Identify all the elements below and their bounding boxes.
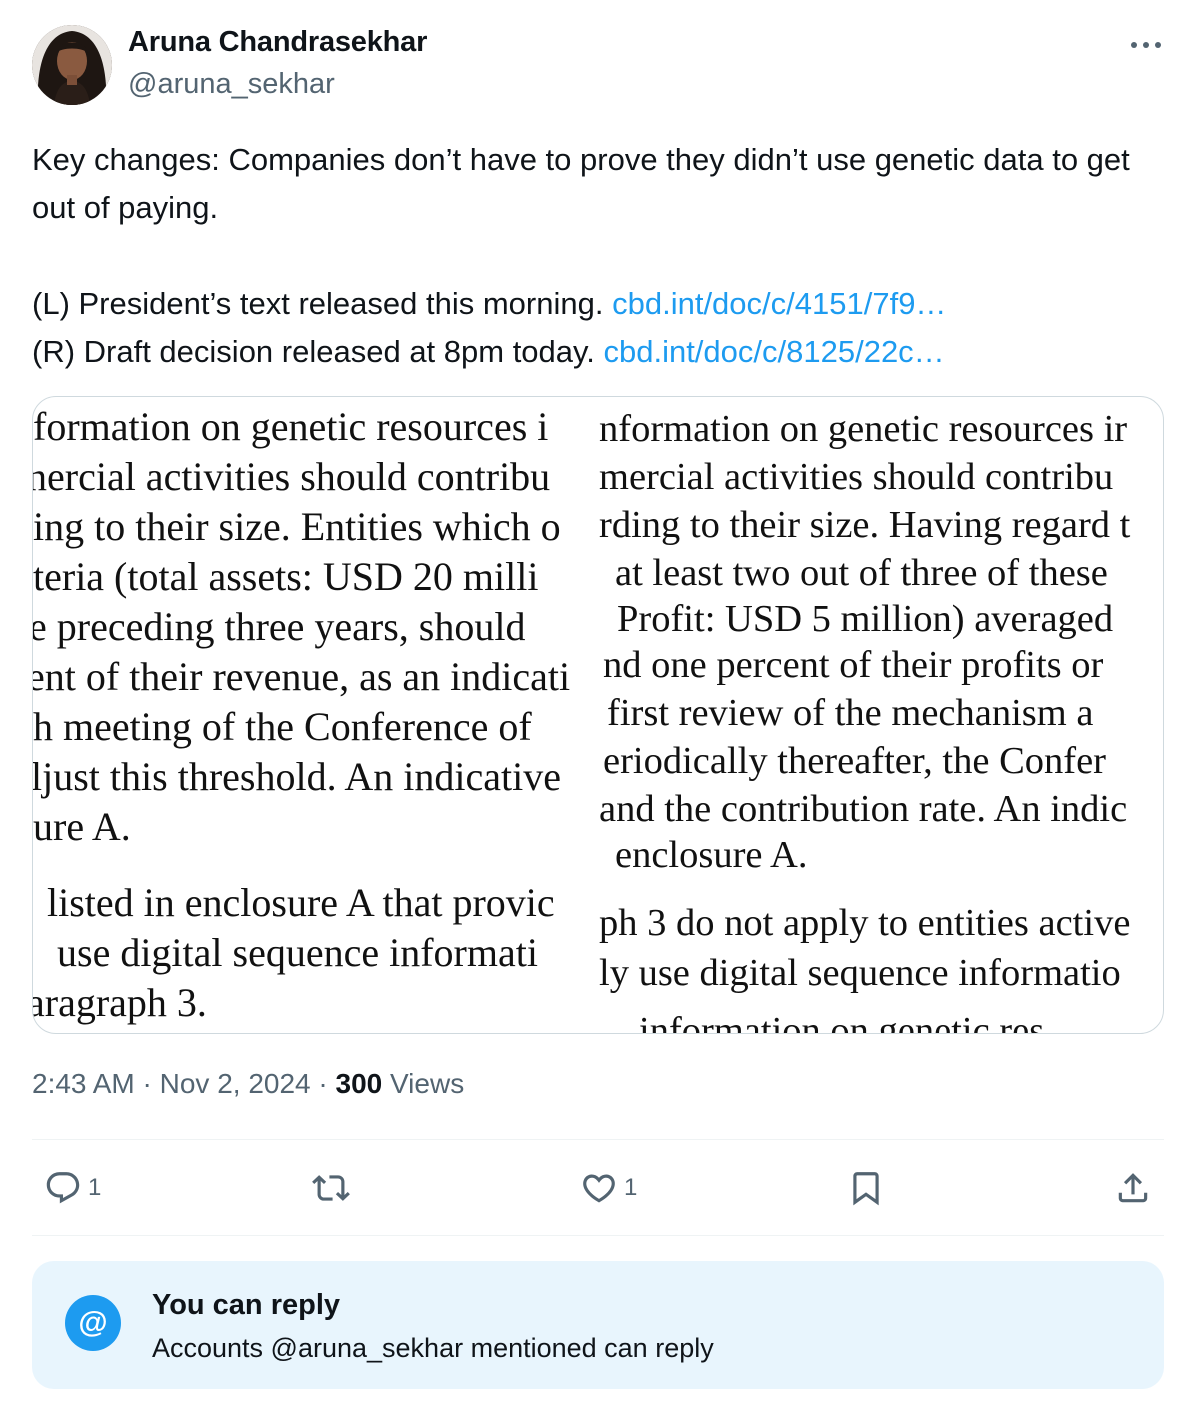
doc-line: ent of their revenue, as an indicati <box>33 654 571 699</box>
doc-line: information on genetic res <box>639 1010 1045 1033</box>
doc-line: and the contribution rate. An indic <box>599 788 1128 830</box>
left-label: (L) President’s text released this morni… <box>32 286 604 321</box>
profile-photo <box>32 25 112 105</box>
doc-line: e preceding three years, should <box>33 604 526 649</box>
left-document-crop[interactable]: formation on genetic resources i nercial… <box>33 397 599 1033</box>
doc-line: ljust this threshold. An indicative <box>33 754 561 799</box>
doc-line: ure A. <box>33 804 131 849</box>
doc-line: ph 3 do not apply to entities active <box>599 902 1131 944</box>
reply-icon <box>46 1172 80 1204</box>
tweet-time[interactable]: 2:43 AM <box>32 1068 135 1099</box>
right-link[interactable]: cbd.int/doc/c/8125/22c… <box>603 334 944 369</box>
right-document-crop[interactable]: nformation on genetic resources ir merci… <box>599 397 1163 1033</box>
doc-line: formation on genetic resources i <box>33 404 549 449</box>
avatar[interactable] <box>32 25 112 105</box>
bookmark-button[interactable] <box>847 1168 885 1208</box>
divider <box>32 1235 1164 1236</box>
views-count: 300 <box>335 1068 383 1099</box>
doc-line: Profit: USD 5 million) averaged <box>617 598 1114 640</box>
retweet-button[interactable] <box>312 1168 350 1208</box>
doc-line: h meeting of the Conference of <box>33 704 532 749</box>
doc-line: listed in enclosure A that provic <box>47 880 555 925</box>
left-link[interactable]: cbd.int/doc/c/4151/7f9… <box>612 286 946 321</box>
doc-line: nercial activities should contribu <box>33 454 551 499</box>
doc-line: ly use digital sequence informatio <box>599 952 1121 994</box>
doc-line: nd one percent of their profits or <box>603 644 1104 686</box>
reply-settings-subtitle: Accounts @aruna_sekhar mentioned can rep… <box>152 1333 714 1363</box>
retweet-icon <box>312 1175 350 1201</box>
tweet-text: Key changes: Companies don’t have to pro… <box>32 136 1152 376</box>
bookmark-icon <box>853 1172 879 1206</box>
tweet-line-left: (L) President’s text released this morni… <box>32 280 1152 328</box>
doc-line: mercial activities should contribu <box>599 456 1114 498</box>
doc-line: use digital sequence informati <box>57 930 538 975</box>
like-count: 1 <box>624 1174 638 1201</box>
doc-line: nformation on genetic resources ir <box>599 408 1128 450</box>
doc-line: ing to their size. Entities which o <box>33 504 561 549</box>
tweet-line-right: (R) Draft decision released at 8pm today… <box>32 328 1152 376</box>
more-dots-icon <box>1131 42 1161 48</box>
share-icon <box>1118 1173 1148 1203</box>
tweet-line: Key changes: Companies don’t have to pro… <box>32 142 1130 225</box>
handle[interactable]: @aruna_sekhar <box>128 68 335 101</box>
doc-line: enclosure A. <box>615 834 808 876</box>
doc-line: first review of the mechanism a <box>607 692 1094 734</box>
meta-separator: · <box>310 1068 336 1099</box>
heart-icon <box>583 1174 615 1203</box>
reply-settings-title: You can reply <box>152 1289 341 1321</box>
doc-line: teria (total assets: USD 20 milli <box>33 554 539 599</box>
right-label: (R) Draft decision released at 8pm today… <box>32 334 595 369</box>
media-image[interactable]: formation on genetic resources i nercial… <box>32 396 1164 1034</box>
doc-line: aragraph 3. <box>33 980 207 1025</box>
more-button[interactable] <box>1126 30 1166 60</box>
divider <box>32 1139 1164 1140</box>
tweet-meta: 2:43 AM · Nov 2, 2024 · 300 Views <box>32 1068 464 1100</box>
at-sign-icon: @ <box>65 1295 121 1351</box>
reply-count: 1 <box>88 1174 102 1201</box>
display-name[interactable]: Aruna Chandrasekhar <box>128 26 427 59</box>
doc-line: eriodically thereafter, the Confer <box>603 740 1106 782</box>
meta-separator: · <box>134 1068 160 1099</box>
share-button[interactable] <box>1114 1168 1152 1208</box>
doc-line: rding to their size. Having regard t <box>599 504 1131 546</box>
reply-button[interactable]: 1 <box>44 1168 101 1208</box>
tweet-date[interactable]: Nov 2, 2024 <box>160 1068 311 1099</box>
reply-settings-box: @ You can reply Accounts @aruna_sekhar m… <box>32 1261 1164 1389</box>
like-button[interactable]: 1 <box>580 1168 637 1208</box>
doc-line: at least two out of three of these <box>615 552 1108 594</box>
views-label: Views <box>390 1068 465 1099</box>
